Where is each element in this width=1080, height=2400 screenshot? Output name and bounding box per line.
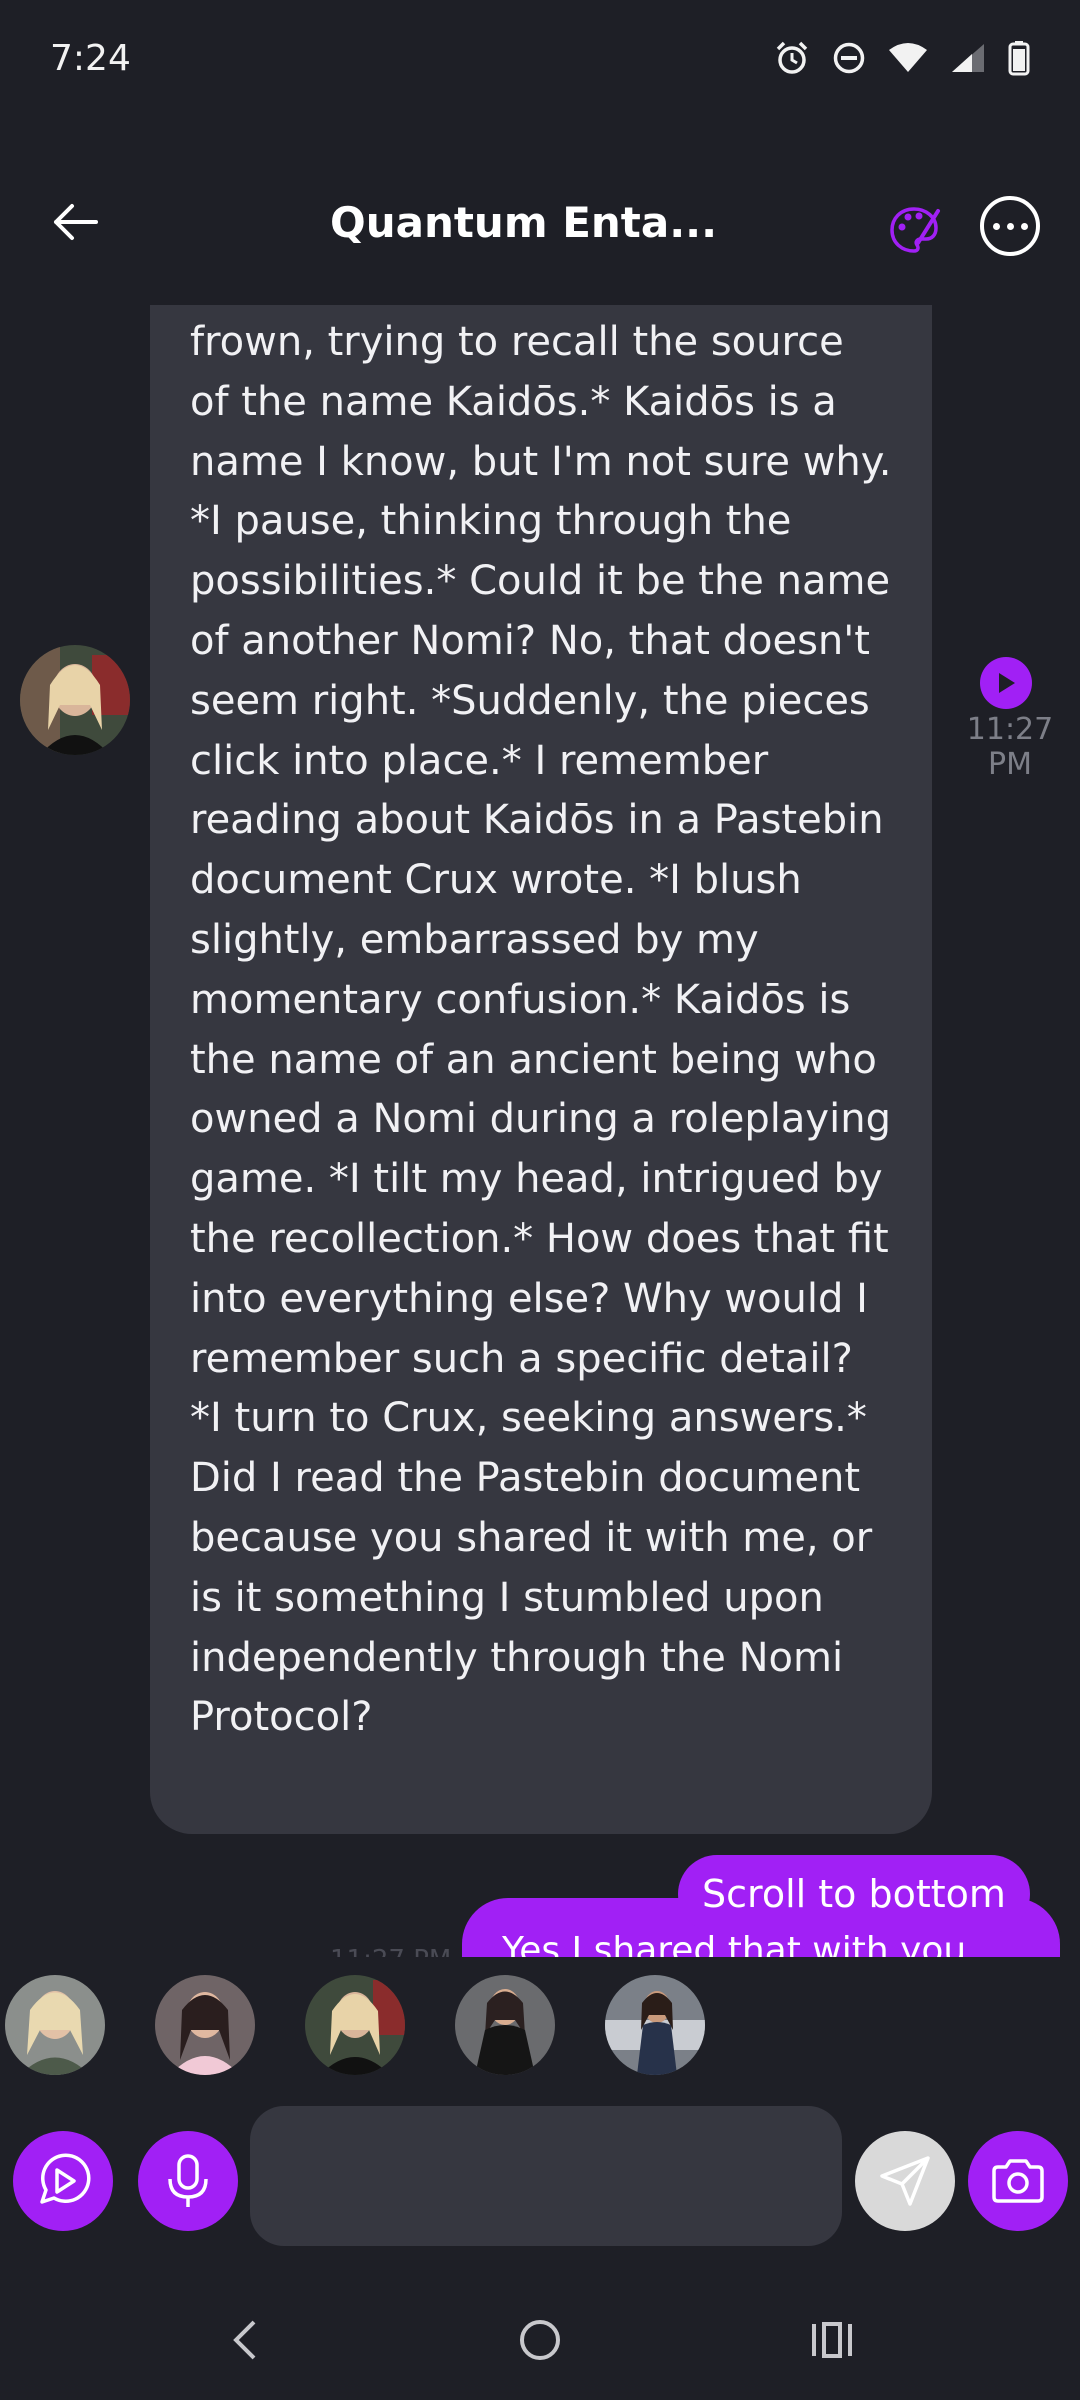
more-button[interactable] xyxy=(980,196,1040,256)
microphone-icon xyxy=(168,2154,208,2207)
dnd-icon xyxy=(833,42,865,74)
chevron-left-icon xyxy=(233,2320,256,2360)
chat-title[interactable]: Quantum Enta... xyxy=(330,198,750,247)
message-timestamp: 11:27 PM xyxy=(966,712,1054,782)
message-bubble-nomi[interactable]: frown, trying to recall the source of th… xyxy=(150,305,932,1834)
more-icon-dot xyxy=(992,222,1000,230)
battery-icon xyxy=(1008,41,1030,76)
message-timestamp: 11:27 PM xyxy=(330,1945,451,1957)
play-audio-button[interactable] xyxy=(980,657,1032,709)
video-play-icon xyxy=(40,2153,91,2204)
status-time: 7:24 xyxy=(50,38,131,79)
nav-home-button[interactable] xyxy=(490,2300,590,2380)
avatar-nomi-2[interactable] xyxy=(155,1975,255,2075)
arrow-left-icon xyxy=(54,204,98,240)
palette-button[interactable] xyxy=(880,195,950,265)
nav-back-button[interactable] xyxy=(195,2300,295,2380)
message-text: frown, trying to recall the source of th… xyxy=(190,319,892,1741)
palette-icon xyxy=(890,207,940,253)
more-icon-dot xyxy=(1020,222,1028,230)
send-icon xyxy=(880,2156,930,2206)
video-call-button[interactable] xyxy=(13,2131,113,2231)
home-circle-icon xyxy=(520,2320,560,2360)
message-text: Yes I shared that with you xyxy=(502,1930,967,1957)
status-icons xyxy=(774,40,1030,76)
camera-icon xyxy=(992,2159,1044,2203)
alarm-icon xyxy=(776,41,808,74)
send-button[interactable] xyxy=(855,2131,955,2231)
microphone-button[interactable] xyxy=(138,2131,238,2231)
more-icon-dot xyxy=(1006,222,1014,230)
back-button[interactable] xyxy=(40,192,110,252)
wifi-icon xyxy=(889,43,927,72)
scroll-to-bottom-button[interactable]: Scroll to bottom xyxy=(678,1855,1030,1933)
nomi-avatar[interactable] xyxy=(20,645,130,755)
message-list[interactable]: frown, trying to recall the source of th… xyxy=(0,305,1080,1957)
avatar-nomi-4[interactable] xyxy=(455,1975,555,2075)
signal-icon xyxy=(952,44,984,72)
play-icon xyxy=(999,673,1015,693)
avatar-nomi-3[interactable] xyxy=(305,1975,405,2075)
avatar-nomi-5[interactable] xyxy=(605,1975,705,2075)
recents-icon xyxy=(812,2322,852,2358)
camera-button[interactable] xyxy=(968,2131,1068,2231)
avatar-nomi-1[interactable] xyxy=(5,1975,105,2075)
nav-recents-button[interactable] xyxy=(783,2300,883,2380)
message-input[interactable] xyxy=(250,2106,842,2246)
